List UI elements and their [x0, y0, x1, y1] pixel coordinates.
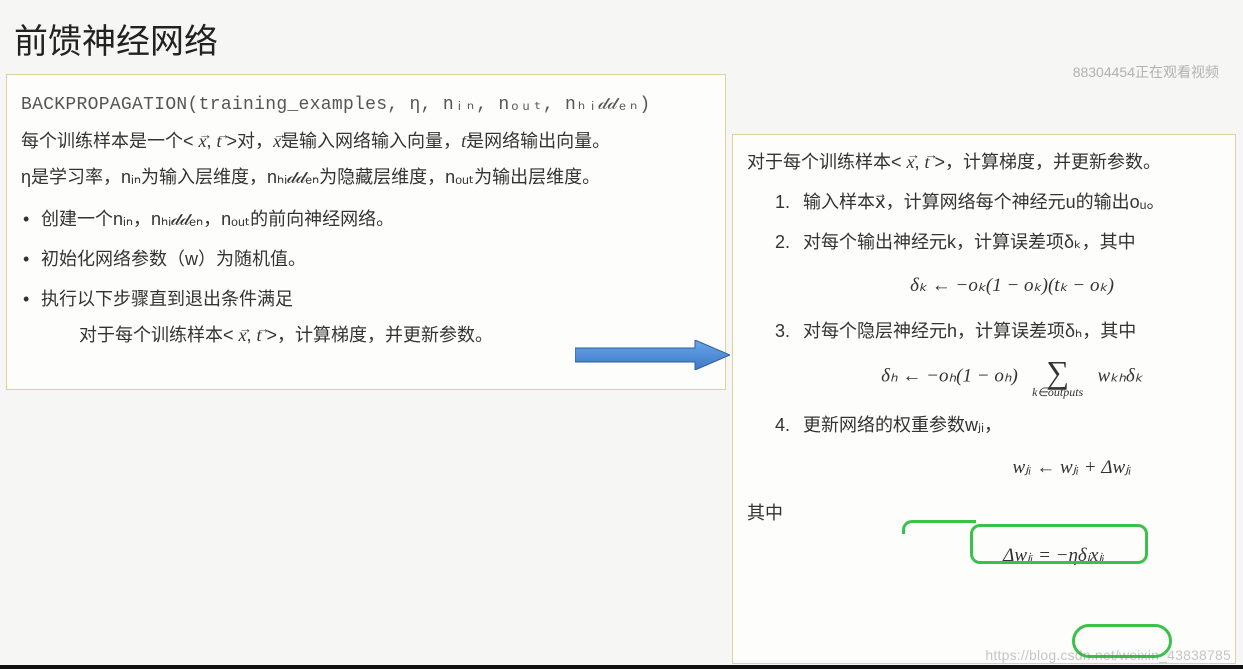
- equation-w-update: wⱼᵢ ← wⱼᵢ + Δwⱼᵢ: [803, 450, 1221, 486]
- step-3: 3.对每个隐层神经元h，计算误差项δₕ，其中 δₕ ← −oₕ(1 − oₕ) …: [775, 314, 1221, 398]
- equation-delta-h: δₕ ← −oₕ(1 − oₕ) ∑ k∈outputs wₖₕδₖ: [803, 356, 1221, 398]
- vec-t: t: [217, 131, 222, 151]
- txt: k∈outputs: [1032, 386, 1083, 398]
- txt: 是网络输出向量。: [466, 131, 610, 151]
- txt: 更新网络的权重参数wⱼᵢ，: [803, 415, 1002, 435]
- arrow-icon: [575, 340, 730, 370]
- bullet-1: 创建一个nᵢₙ，nₕᵢ𝒹𝒹ₑₙ，nₒᵤₜ的前向神经网络。: [21, 201, 711, 237]
- txt: 对于每个训练样本<: [79, 325, 239, 345]
- bullet-3: 执行以下步骤直到退出条件满足: [21, 281, 711, 317]
- watermark-viewer: 88304454正在观看视频: [1073, 62, 1219, 82]
- txt: >，计算梯度，并更新参数。: [930, 152, 1162, 172]
- equation-delta-k: δₖ ← −oₖ(1 − oₖ)(tₖ − oₖ): [803, 268, 1221, 304]
- txt: 每个训练样本是一个<: [21, 131, 199, 151]
- bullet-2: 初始化网络参数（w）为随机值。: [21, 241, 711, 277]
- step-4: 4.更新网络的权重参数wⱼᵢ， wⱼᵢ ← wⱼᵢ + Δwⱼᵢ: [775, 408, 1221, 486]
- txt: 对每个输出神经元k，计算误差项δₖ，其中: [803, 232, 1136, 252]
- txt: 输入样本x⃗，计算网络每个神经元u的输出oᵤ。: [803, 192, 1165, 212]
- txt: >，计算梯度，并更新参数。: [262, 325, 494, 345]
- desc-line-1: 每个训练样本是一个< x, t >对，x是输入网络输入向量，t是网络输出向量。: [21, 123, 711, 159]
- watermark-url: https://blog.csdn.net/weixin_43838785: [985, 647, 1231, 663]
- vec-x: x: [907, 152, 915, 172]
- txt: δₕ ← −oₕ(1 − oₕ): [881, 365, 1018, 386]
- vec-x: x: [273, 131, 281, 151]
- txt: wₖₕδₖ: [1097, 365, 1142, 386]
- desc-line-2: η是学习率，nᵢₙ为输入层维度，nₕᵢ𝒹𝒹ₑₙ为隐藏层维度，nₒᵤₜ为输出层维度…: [21, 159, 711, 195]
- vec-x: x: [199, 131, 207, 151]
- right-head: 对于每个训练样本< x, t >，计算梯度，并更新参数。: [747, 145, 1221, 179]
- right-panel: 对于每个训练样本< x, t >，计算梯度，并更新参数。 1.输入样本x⃗，计算…: [732, 134, 1236, 664]
- txt: 对于每个训练样本<: [747, 152, 907, 172]
- bottom-bar: [0, 665, 1243, 669]
- equation-delta-w: Δwⱼᵢ = −ηδⱼxⱼᵢ: [747, 538, 1221, 574]
- vec-t: t: [461, 131, 466, 151]
- where-label: 其中: [747, 496, 1221, 530]
- vec-x: x: [239, 325, 247, 345]
- txt: 对每个隐层神经元h，计算误差项δₕ，其中: [803, 321, 1136, 341]
- step-1: 1.输入样本x⃗，计算网络每个神经元u的输出oᵤ。: [775, 185, 1221, 219]
- slide-title: 前馈神经网络: [0, 0, 1243, 73]
- vec-t: t: [257, 325, 262, 345]
- vec-t: t: [925, 152, 930, 172]
- sigma-icon: ∑ k∈outputs: [1032, 356, 1083, 398]
- txt: 是输入网络输入向量，: [281, 131, 461, 151]
- step-2: 2.对每个输出神经元k，计算误差项δₖ，其中 δₖ ← −oₖ(1 − oₖ)(…: [775, 225, 1221, 303]
- algo-signature: BACKPROPAGATION(training_examples, η, nᵢ…: [21, 87, 711, 123]
